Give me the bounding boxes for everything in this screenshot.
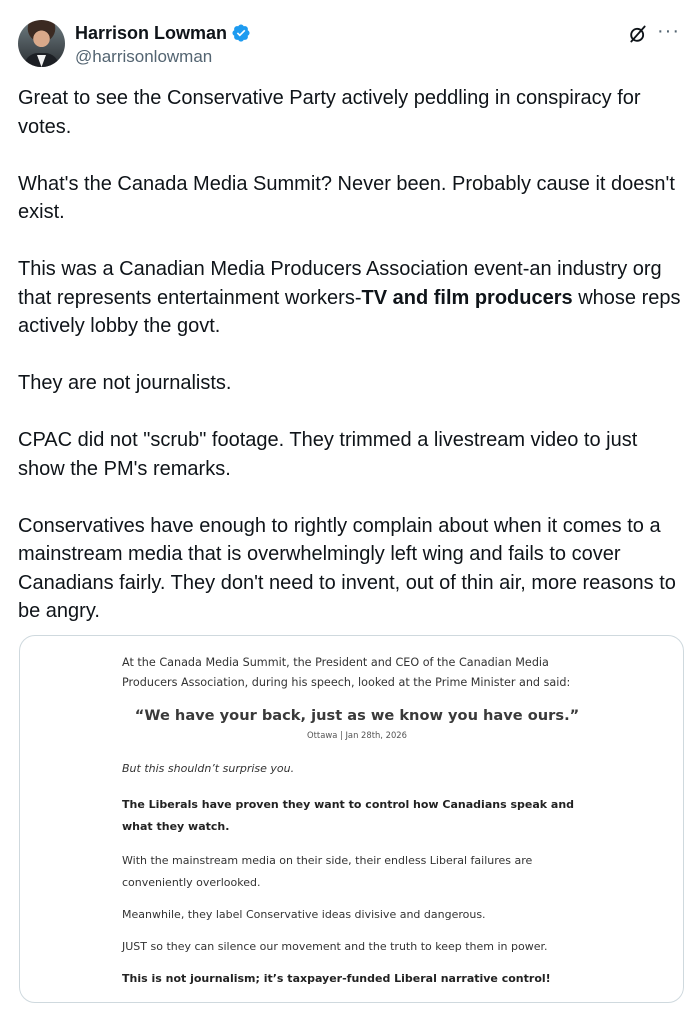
image-line-4: Meanwhile, they label Conservative ideas… bbox=[122, 908, 486, 921]
image-line-6: This is not journalism; it’s taxpayer-fu… bbox=[122, 972, 551, 985]
image-line-1: But this shouldn’t surprise you. bbox=[122, 762, 295, 775]
author-display-name-row[interactable]: Harrison Lowman bbox=[75, 22, 251, 44]
attached-image[interactable]: At the Canada Media Summit, the Presiden… bbox=[19, 635, 684, 1003]
author-names: Harrison Lowman @harrisonlowman bbox=[75, 22, 251, 68]
tweet-paragraph-1: Great to see the Conservative Party acti… bbox=[18, 87, 641, 138]
grok-icon[interactable] bbox=[628, 24, 648, 44]
verified-badge-icon bbox=[232, 24, 250, 42]
image-intro-text: At the Canada Media Summit, the Presiden… bbox=[122, 656, 571, 689]
image-line-3: With the mainstream media on their side,… bbox=[122, 854, 533, 889]
tweet-p3-bold: TV and film producers bbox=[361, 286, 573, 309]
tweet-paragraph-3: This was a Canadian Media Producers Asso… bbox=[18, 255, 688, 341]
tweet-paragraph-4: They are not journalists. bbox=[18, 372, 232, 394]
image-content: At the Canada Media Summit, the Presiden… bbox=[122, 653, 592, 990]
tweet-header: Harrison Lowman @harrisonlowman ··· bbox=[18, 20, 680, 68]
tweet-paragraph-5: CPAC did not "scrub" footage. They trimm… bbox=[18, 429, 638, 480]
tweet-paragraph-6: Conservatives have enough to rightly com… bbox=[18, 514, 676, 623]
author-handle[interactable]: @harrisonlowman bbox=[75, 46, 251, 68]
tweet-text: Great to see the Conservative Party acti… bbox=[18, 84, 688, 654]
more-options-icon[interactable]: ··· bbox=[657, 21, 680, 41]
image-line-5: JUST so they can silence our movement an… bbox=[122, 940, 548, 953]
author-display-name[interactable]: Harrison Lowman bbox=[75, 22, 227, 44]
avatar[interactable] bbox=[18, 20, 65, 67]
image-dateline: Ottawa | Jan 28th, 2026 bbox=[307, 730, 407, 740]
tweet-paragraph-2: What's the Canada Media Summit? Never be… bbox=[18, 172, 675, 224]
image-line-2: The Liberals have proven they want to co… bbox=[122, 798, 575, 833]
image-quote: “We have your back, just as we know you … bbox=[134, 707, 580, 724]
